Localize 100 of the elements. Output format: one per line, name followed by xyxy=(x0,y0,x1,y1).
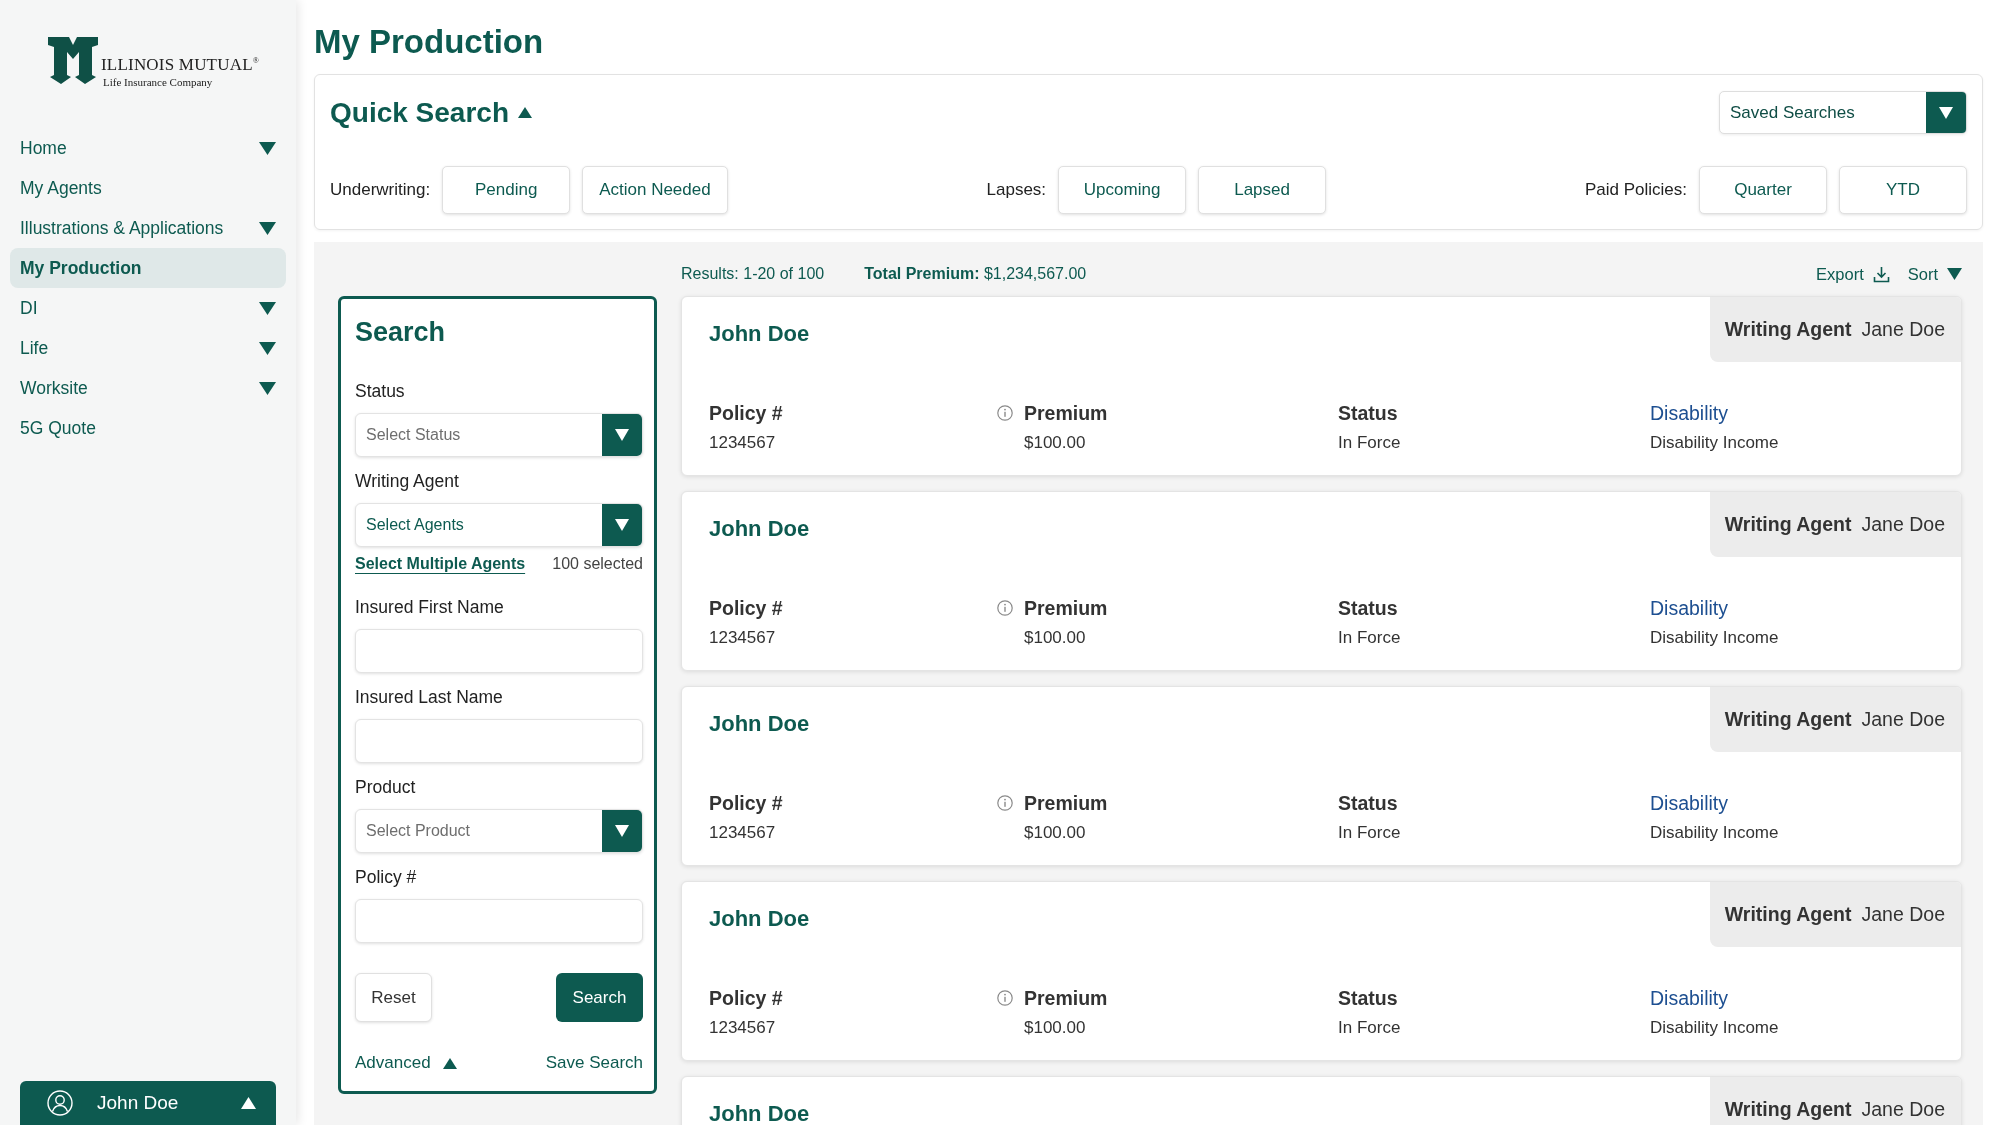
agent-name: Jane Doe xyxy=(1861,903,1945,926)
nav-item[interactable]: My Agents xyxy=(10,168,286,208)
nav-item[interactable]: 5G Quote xyxy=(10,408,286,448)
logo-mark-icon xyxy=(47,34,99,86)
advanced-toggle[interactable]: Advanced xyxy=(355,1053,457,1073)
caret-icon xyxy=(1947,268,1962,280)
product-link[interactable]: Disability xyxy=(1650,986,1779,1010)
dropdown-caret-icon xyxy=(602,810,642,852)
selection-count: 100 selected xyxy=(552,555,643,573)
user-menu-button[interactable]: John Doe xyxy=(20,1081,276,1125)
dropdown-field[interactable]: Select Product xyxy=(355,809,643,853)
info-icon[interactable] xyxy=(997,990,1013,1006)
field-value: In Force xyxy=(1338,1017,1401,1039)
field-value: Disability Income xyxy=(1650,627,1779,649)
search-button[interactable]: Search xyxy=(556,973,643,1022)
nav-item[interactable]: Illustrations & Applications xyxy=(10,208,286,248)
policy-card[interactable]: John Doe Writing Agent Jane Doe xyxy=(681,1076,1962,1125)
field-value: Disability Income xyxy=(1650,432,1779,454)
info-icon[interactable] xyxy=(997,600,1013,616)
field-value: $100.00 xyxy=(1024,1017,1087,1039)
agent-label: Writing Agent xyxy=(1724,513,1852,536)
filter-button[interactable]: YTD xyxy=(1839,166,1967,214)
field-label: Premium xyxy=(1024,986,1108,1010)
text-field[interactable] xyxy=(355,899,643,943)
field-label: Policy # xyxy=(709,986,783,1010)
export-button[interactable]: Export xyxy=(1816,264,1890,284)
sort-button[interactable]: Sort xyxy=(1907,264,1962,284)
agent-name: Jane Doe xyxy=(1861,1098,1945,1121)
agent-label: Writing Agent xyxy=(1724,318,1852,341)
insured-name: John Doe xyxy=(708,710,810,737)
dropdown-field[interactable]: Select Status xyxy=(355,413,643,457)
policy-card[interactable]: John Doe Writing Agent Jane Doe Policy # 1234567 Premium $100.00 Status In Force Disability Disability Income xyxy=(681,881,1962,1061)
field-value: In Force xyxy=(1338,627,1401,649)
filter-button[interactable]: Pending xyxy=(442,166,571,214)
nav-item[interactable]: Life xyxy=(10,328,286,368)
reset-button[interactable]: Reset xyxy=(355,973,432,1022)
saved-searches-dropdown[interactable]: Saved Searches xyxy=(1719,91,1967,134)
total-premium: Total Premium: $1,234,567.00 xyxy=(864,265,1087,283)
field-value: 1234567 xyxy=(709,627,777,649)
policy-card[interactable]: John Doe Writing Agent Jane Doe Policy # 1234567 Premium $100.00 Status In Force Disability Disability Income xyxy=(681,686,1962,866)
save-search-link[interactable]: Save Search xyxy=(545,1053,643,1073)
nav-item[interactable]: My Production xyxy=(10,248,286,288)
policy-card[interactable]: John Doe Writing Agent Jane Doe Policy # 1234567 Premium $100.00 Status In Force Disability Disability Income xyxy=(681,296,1962,476)
field-label: Insured Last Name xyxy=(355,686,504,709)
brand-tagline: Life Insurance Company xyxy=(103,74,214,89)
field-value: 1234567 xyxy=(709,822,777,844)
filter-button[interactable]: Action Needed xyxy=(582,166,728,214)
field-label: Product xyxy=(355,776,417,799)
filter-button[interactable]: Lapsed xyxy=(1198,166,1327,214)
nav-item[interactable]: Home xyxy=(10,128,286,168)
user-avatar-icon xyxy=(47,1090,73,1116)
field-label: Premium xyxy=(1024,596,1108,620)
select-multiple-agents-link[interactable]: Select Multiple Agents xyxy=(355,555,526,573)
nav-item[interactable]: Worksite xyxy=(10,368,286,408)
dropdown-caret-icon xyxy=(1926,92,1966,133)
page-title: My Production xyxy=(314,22,545,62)
product-link[interactable]: Disability xyxy=(1650,791,1779,815)
insured-name: John Doe xyxy=(708,515,810,542)
field-label: Status xyxy=(1338,596,1399,620)
agent-name: Jane Doe xyxy=(1861,708,1945,731)
filter-button[interactable]: Quarter xyxy=(1699,166,1827,214)
agent-name: Jane Doe xyxy=(1861,513,1945,536)
dropdown-caret-icon xyxy=(602,504,642,546)
field-label: Status xyxy=(1338,986,1399,1010)
info-icon[interactable] xyxy=(997,795,1013,811)
nav-item[interactable]: DI xyxy=(10,288,286,328)
field-value: $100.00 xyxy=(1024,432,1087,454)
product-link[interactable]: Disability xyxy=(1650,596,1779,620)
search-panel-title: Search xyxy=(355,316,447,349)
text-field[interactable] xyxy=(355,629,643,673)
filter-label: Lapses: xyxy=(986,180,1047,200)
dropdown-field[interactable]: Select Agents xyxy=(355,503,643,547)
caret-icon xyxy=(241,1097,256,1109)
field-label: Insured First Name xyxy=(355,596,505,619)
insured-name: John Doe xyxy=(708,1100,810,1125)
field-value: $100.00 xyxy=(1024,627,1087,649)
field-label: Status xyxy=(1338,401,1399,425)
text-field[interactable] xyxy=(355,719,643,763)
field-label: Premium xyxy=(1024,791,1108,815)
quick-search-title: Quick Search xyxy=(330,96,509,129)
field-label: Policy # xyxy=(709,791,783,815)
caret-icon xyxy=(442,1057,457,1069)
field-label: Premium xyxy=(1024,401,1108,425)
agent-name: Jane Doe xyxy=(1861,318,1945,341)
field-value: In Force xyxy=(1338,822,1401,844)
field-value: 1234567 xyxy=(709,432,777,454)
agent-label: Writing Agent xyxy=(1724,903,1852,926)
download-icon xyxy=(1872,265,1890,283)
policy-card[interactable]: John Doe Writing Agent Jane Doe Policy # 1234567 Premium $100.00 Status In Force Disability Disability Income xyxy=(681,491,1962,671)
filter-button[interactable]: Upcoming xyxy=(1058,166,1187,214)
insured-name: John Doe xyxy=(708,905,810,932)
info-icon[interactable] xyxy=(997,405,1013,421)
field-value: Disability Income xyxy=(1650,822,1779,844)
field-label: Policy # xyxy=(709,401,783,425)
filter-label: Paid Policies: xyxy=(1584,180,1687,200)
field-label: Policy # xyxy=(355,866,418,889)
filter-label: Underwriting: xyxy=(330,180,431,200)
insured-name: John Doe xyxy=(708,320,810,347)
field-label: Writing Agent xyxy=(355,470,460,493)
product-link[interactable]: Disability xyxy=(1650,401,1779,425)
